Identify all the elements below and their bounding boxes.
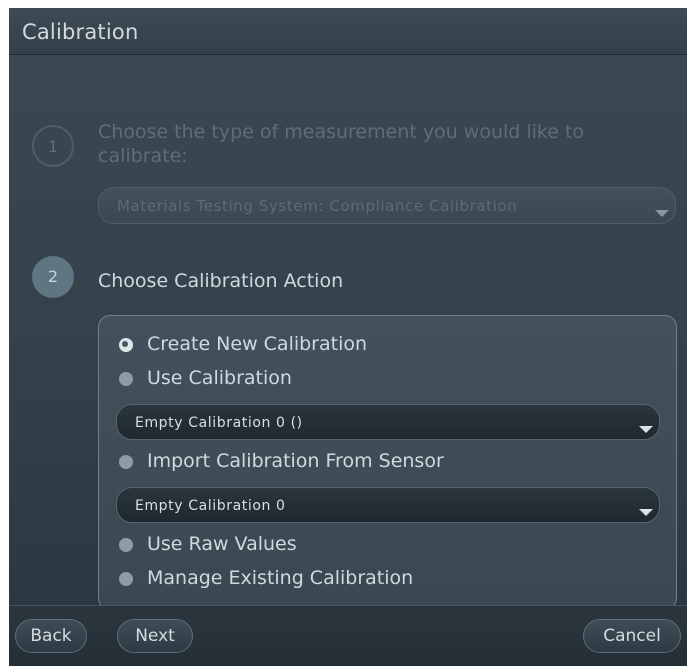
calibration-action-panel: Create New Calibration Use Calibration E…	[98, 315, 677, 610]
use-calibration-select[interactable]: Empty Calibration 0 ()	[116, 404, 660, 440]
radio-label: Import Calibration From Sensor	[147, 450, 444, 472]
radio-unchecked-icon[interactable]	[119, 372, 133, 386]
calibration-window: Calibration 1 Choose the type of measure…	[9, 8, 687, 666]
step-1-number: 1	[47, 137, 59, 156]
chevron-down-icon	[655, 210, 669, 217]
radio-unchecked-icon[interactable]	[119, 538, 133, 552]
back-button[interactable]: Back	[15, 619, 87, 653]
radio-label: Manage Existing Calibration	[147, 567, 414, 589]
step-2-instruction: Choose Calibration Action	[98, 270, 344, 292]
step-1-indicator: 1	[32, 125, 74, 167]
window-title: Calibration	[22, 20, 139, 44]
measurement-type-value: Materials Testing System: Compliance Cal…	[117, 197, 518, 215]
radio-unchecked-icon[interactable]	[119, 572, 133, 586]
radio-label: Create New Calibration	[147, 333, 368, 355]
step-1-instruction: Choose the type of measurement you would…	[98, 121, 585, 167]
step-2-number: 2	[47, 267, 59, 286]
use-calibration-value: Empty Calibration 0 ()	[135, 415, 303, 431]
title-bar: Calibration	[9, 8, 687, 55]
import-sensor-value: Empty Calibration 0	[135, 498, 286, 514]
step-2-indicator: 2	[32, 256, 74, 298]
measurement-type-select[interactable]: Materials Testing System: Compliance Cal…	[98, 187, 676, 224]
chevron-down-icon	[639, 509, 653, 516]
radio-label: Use Calibration	[147, 367, 292, 389]
radio-unchecked-icon[interactable]	[119, 455, 133, 469]
content-area: 1 Choose the type of measurement you wou…	[9, 55, 687, 610]
footer-bar: Back Next Cancel	[9, 605, 687, 666]
radio-checked-icon[interactable]	[119, 338, 133, 352]
cancel-button[interactable]: Cancel	[583, 619, 681, 653]
next-button[interactable]: Next	[117, 619, 193, 653]
import-sensor-select[interactable]: Empty Calibration 0	[116, 487, 660, 523]
chevron-down-icon	[639, 426, 653, 433]
radio-label: Use Raw Values	[147, 533, 297, 555]
